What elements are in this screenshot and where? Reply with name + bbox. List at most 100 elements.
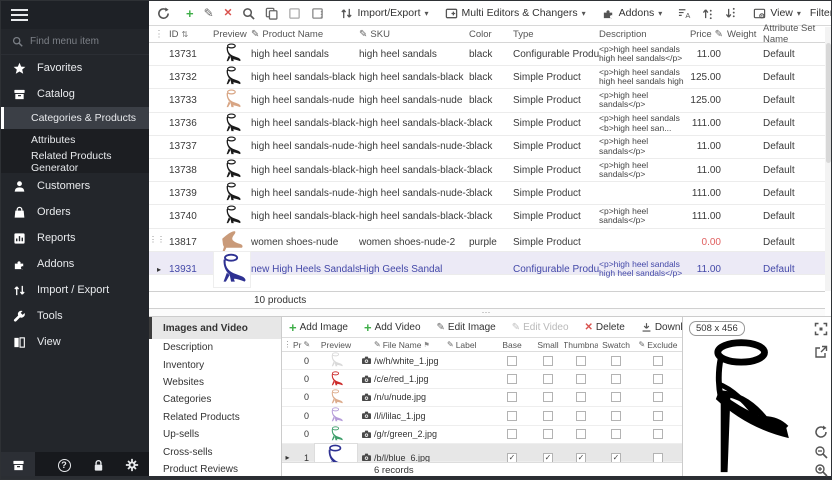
open-external-icon[interactable] — [814, 345, 828, 359]
add-image-button[interactable]: +Add Image — [286, 319, 351, 336]
column-header-attribute-set[interactable]: Attribute Set Name — [763, 23, 825, 45]
move-up-button[interactable] — [697, 5, 718, 22]
sidebar-item-categories-products[interactable]: Categories & Products — [1, 107, 149, 129]
settings-button[interactable] — [115, 452, 149, 478]
small-checkbox[interactable] — [543, 411, 553, 421]
hamburger-menu-icon[interactable] — [11, 6, 28, 24]
zoom-out-icon[interactable] — [814, 445, 828, 459]
tab-related-products[interactable]: Related Products — [149, 409, 281, 426]
small-checkbox[interactable] — [543, 429, 553, 439]
copy-button[interactable] — [261, 5, 282, 22]
image-row-w-h-white-1-jpg[interactable]: 0/w/h/white_1.jpg — [282, 352, 682, 370]
sidebar-item-addons[interactable]: Addons — [1, 251, 149, 277]
delete-product-button[interactable]: ✕ — [220, 5, 237, 21]
panel-splitter-handle[interactable]: ⋮⋮ — [149, 238, 165, 242]
thumbnail-checkbox[interactable] — [576, 356, 586, 366]
thumbnail-checkbox[interactable] — [576, 374, 586, 384]
zoom-in-icon[interactable] — [814, 463, 828, 477]
product-row-13737[interactable]: 13737high heel sandals-nude-36high heel … — [149, 136, 825, 159]
product-row-13731[interactable]: 13731high heel sandalshigh heel sandalsb… — [149, 43, 825, 66]
swatch-checkbox[interactable] — [611, 429, 621, 439]
column-header-sku[interactable]: ✎SKU — [359, 29, 469, 40]
sidebar-item-import-export[interactable]: Import / Export — [1, 277, 149, 303]
tab-images-and-video[interactable]: Images and Video — [149, 317, 281, 339]
tab-description[interactable]: Description — [149, 339, 281, 356]
base-checkbox[interactable] — [507, 356, 517, 366]
small-checkbox[interactable] — [543, 374, 553, 384]
column-header-description[interactable]: Description — [599, 29, 689, 40]
swatch-checkbox[interactable] — [611, 356, 621, 366]
product-row-13931[interactable]: ▸13931new High Heels SandalsHigh Geels S… — [149, 252, 825, 275]
tab-categories[interactable]: Categories — [149, 391, 281, 408]
addons-menu[interactable]: Addons▾ — [598, 5, 667, 22]
tab-inventory[interactable]: Inventory — [149, 356, 281, 373]
column-header-price[interactable]: Price✎ — [689, 29, 727, 40]
img-column-swatch[interactable]: Swatch — [598, 340, 634, 350]
column-header-weight[interactable]: Weight — [727, 29, 763, 40]
column-header-preview[interactable]: Preview — [213, 29, 251, 40]
download-image-button[interactable]: Download Image — [638, 321, 682, 334]
refresh-button[interactable] — [153, 5, 174, 22]
image-row-g-r-green-2-jpg[interactable]: 0/g/r/green_2.jpg — [282, 426, 682, 444]
multi-editors-menu[interactable]: Multi Editors & Changers▾ — [441, 5, 590, 22]
edit-product-button[interactable]: ✎ — [200, 4, 218, 22]
help-button[interactable]: ? — [47, 452, 81, 478]
img-column-position[interactable]: Pr✎ — [293, 340, 314, 350]
add-product-button[interactable]: + — [182, 4, 198, 23]
sidebar-item-customers[interactable]: Customers — [1, 173, 149, 199]
exclude-checkbox[interactable] — [653, 374, 663, 384]
sidebar-item-reports[interactable]: Reports — [1, 225, 149, 251]
add-video-button[interactable]: +Add Video — [361, 319, 424, 336]
swatch-checkbox[interactable] — [611, 392, 621, 402]
swatch-checkbox[interactable] — [611, 411, 621, 421]
column-header-id[interactable]: ID⇅ — [169, 29, 213, 40]
grid-vertical-scrollbar[interactable] — [825, 27, 832, 291]
small-checkbox[interactable] — [543, 356, 553, 366]
product-image-preview[interactable] — [685, 331, 809, 477]
edit-video-button[interactable]: ✎Edit Video — [509, 321, 572, 334]
catalog-shortcut-button[interactable] — [1, 452, 35, 478]
product-row-13736[interactable]: 13736high heel sandals-black-36high heel… — [149, 113, 825, 136]
edit-image-button[interactable]: ✎Edit Image — [434, 321, 499, 334]
image-row-c-e-red-1-jpg[interactable]: 0/c/e/red_1.jpg — [282, 370, 682, 388]
image-row-l-i-lilac-1-jpg[interactable]: 0/l/i/lilac_1.jpg — [282, 407, 682, 425]
paste-button[interactable] — [284, 5, 305, 22]
product-row-13739[interactable]: 13739high heel sandals-nude-37high heel … — [149, 182, 825, 205]
tab-websites[interactable]: Websites — [149, 374, 281, 391]
sidebar-item-view[interactable]: View — [1, 329, 149, 355]
product-row-13740[interactable]: 13740high heel sandals-black-38high heel… — [149, 205, 825, 228]
exclude-checkbox[interactable] — [653, 356, 663, 366]
rotate-icon[interactable] — [814, 425, 828, 439]
tab-cross-sells[interactable]: Cross-sells — [149, 443, 281, 460]
base-checkbox[interactable] — [507, 411, 517, 421]
exclude-checkbox[interactable] — [653, 411, 663, 421]
thumbnail-checkbox[interactable] — [576, 392, 586, 402]
horizontal-splitter[interactable]: ⋯ — [149, 309, 825, 316]
column-header-color[interactable]: Color — [469, 29, 513, 40]
swatch-checkbox[interactable] — [611, 374, 621, 384]
sidebar-item-tools[interactable]: Tools — [1, 303, 149, 329]
img-column-file-name[interactable]: ✎File Name⚑ — [374, 340, 447, 350]
column-header-type[interactable]: Type — [513, 29, 599, 40]
exclude-checkbox[interactable] — [653, 392, 663, 402]
sidebar-item-catalog[interactable]: Catalog — [1, 81, 149, 107]
exclude-checkbox[interactable] — [653, 429, 663, 439]
img-column-base[interactable]: Base — [492, 340, 532, 350]
fit-to-screen-icon[interactable] — [814, 322, 828, 336]
paste-special-button[interactable] — [307, 5, 328, 22]
view-menu[interactable]: View▾ — [749, 5, 805, 22]
img-column-preview[interactable]: Preview — [314, 340, 358, 350]
img-column-label[interactable]: ✎Label — [447, 340, 492, 350]
img-column-small[interactable]: Small — [532, 340, 564, 350]
sort-alpha-button[interactable] — [674, 5, 695, 22]
tab-up-sells[interactable]: Up-sells — [149, 426, 281, 443]
sidebar-item-attributes[interactable]: Attributes — [1, 129, 149, 151]
img-column-thumbnail[interactable]: Thumbna — [564, 340, 598, 350]
product-row-13733[interactable]: 13733high heel sandals-nudehigh heel san… — [149, 89, 825, 112]
base-checkbox[interactable] — [507, 392, 517, 402]
import-export-menu[interactable]: Import/Export▾ — [336, 5, 432, 22]
product-row-13732[interactable]: 13732high heel sandals-blackhigh heel sa… — [149, 66, 825, 89]
small-checkbox[interactable] — [543, 392, 553, 402]
sidebar-item-related-products-generator[interactable]: Related Products Generator — [1, 151, 149, 173]
sidebar-item-orders[interactable]: Orders — [1, 199, 149, 225]
